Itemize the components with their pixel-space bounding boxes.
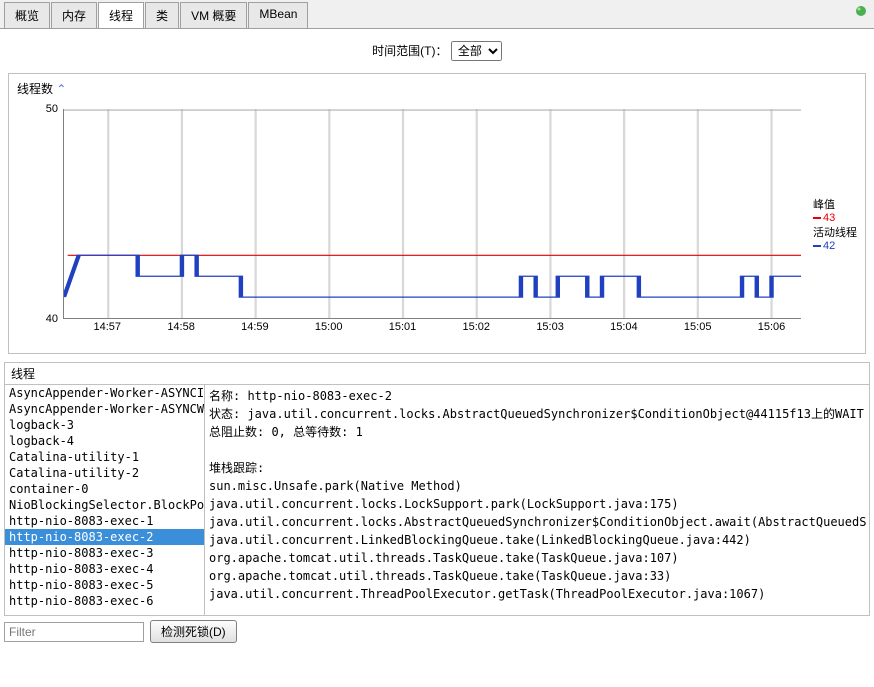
- tab-overview[interactable]: 概览: [4, 2, 50, 28]
- thread-list-item[interactable]: Catalina-utility-2: [5, 465, 204, 481]
- chart-legend: 峰值 43 活动线程 42: [813, 196, 857, 252]
- tab-vm-summary[interactable]: VM 概要: [180, 2, 247, 28]
- x-tick: 14:59: [241, 321, 269, 333]
- thread-list-item[interactable]: http-nio-8083-exec-5: [5, 577, 204, 593]
- legend-peak-label: 峰值: [813, 199, 835, 211]
- x-tick: 14:58: [167, 321, 195, 333]
- stack-trace-line: java.util.concurrent.ThreadPoolExecutor.…: [209, 585, 865, 603]
- legend-live-value: 42: [823, 240, 835, 252]
- threads-panel: 线程 AsyncAppender-Worker-ASYNCINFOAsyncAp…: [4, 362, 870, 616]
- thread-list-item[interactable]: Catalina-utility-1: [5, 449, 204, 465]
- tab-bar: 概览 内存 线程 类 VM 概要 MBean: [0, 0, 874, 29]
- stack-trace-label: 堆栈跟踪:: [209, 459, 865, 477]
- thread-list-item[interactable]: http-nio-8083-exec-3: [5, 545, 204, 561]
- time-range-row: 时间范围(T)： 全部: [0, 29, 874, 69]
- chart-title: 线程数: [17, 82, 53, 96]
- tab-classes[interactable]: 类: [145, 2, 179, 28]
- thread-list-item[interactable]: http-nio-8083-exec-6: [5, 593, 204, 609]
- chart-area: 50 40 14:57 14:58 14:59 15:00 15:01 15:02 15:0…: [13, 99, 861, 349]
- time-range-select[interactable]: 全部: [451, 41, 502, 61]
- stack-trace-line: java.util.concurrent.LinkedBlockingQueue…: [209, 531, 865, 549]
- thread-chart-panel: 线程数 ⌃ 50 40 14:57 14:58 14:59 15:00 15:01 15:…: [8, 73, 866, 354]
- legend-peak-value: 43: [823, 212, 835, 224]
- legend-live-label: 活动线程: [813, 227, 857, 239]
- thread-list-item[interactable]: container-0: [5, 481, 204, 497]
- x-tick: 15:02: [463, 321, 491, 333]
- thread-list-item[interactable]: logback-4: [5, 433, 204, 449]
- x-tick: 15:06: [758, 321, 786, 333]
- thread-state-line: 状态: java.util.concurrent.locks.AbstractQ…: [209, 405, 865, 423]
- y-tick: 40: [46, 313, 58, 325]
- thread-list-item[interactable]: http-nio-8083-exec-1: [5, 513, 204, 529]
- thread-list-item[interactable]: http-nio-8083-exec-4: [5, 561, 204, 577]
- time-range-label: 时间范围(T)：: [372, 44, 447, 58]
- chart-collapse-icon[interactable]: ⌃: [56, 82, 66, 96]
- thread-list-item[interactable]: NioBlockingSelector.BlockPolle: [5, 497, 204, 513]
- stack-trace-line: org.apache.tomcat.util.threads.TaskQueue…: [209, 549, 865, 567]
- x-tick: 15:03: [536, 321, 564, 333]
- x-tick: 14:57: [94, 321, 122, 333]
- filter-input[interactable]: [4, 622, 144, 642]
- y-tick: 50: [46, 103, 58, 115]
- thread-list-item[interactable]: logback-3: [5, 417, 204, 433]
- tab-threads[interactable]: 线程: [98, 2, 144, 28]
- threads-header: 线程: [5, 363, 869, 385]
- thread-detail: 名称: http-nio-8083-exec-2状态: java.util.co…: [205, 385, 869, 615]
- thread-blocked-line: 总阻止数: 0, 总等待数: 1: [209, 423, 865, 441]
- x-tick: 15:05: [684, 321, 712, 333]
- blank-line: [209, 441, 865, 459]
- thread-name-line: 名称: http-nio-8083-exec-2: [209, 387, 865, 405]
- stack-trace-line: org.apache.tomcat.util.threads.TaskQueue…: [209, 567, 865, 585]
- thread-list[interactable]: AsyncAppender-Worker-ASYNCINFOAsyncAppen…: [5, 385, 205, 615]
- x-tick: 15:00: [315, 321, 343, 333]
- thread-list-item[interactable]: AsyncAppender-Worker-ASYNCWARN: [5, 401, 204, 417]
- detect-deadlock-button[interactable]: 检测死锁(D): [150, 620, 237, 643]
- stack-trace-line: java.util.concurrent.locks.AbstractQueue…: [209, 513, 865, 531]
- tab-mbean[interactable]: MBean: [248, 2, 308, 28]
- chart-x-axis: 14:57 14:58 14:59 15:00 15:01 15:02 15:03 15:04…: [63, 321, 801, 339]
- stack-trace-line: java.util.concurrent.locks.LockSupport.p…: [209, 495, 865, 513]
- chart-plot: [63, 109, 801, 319]
- x-tick: 15:04: [610, 321, 638, 333]
- chart-y-axis: 50 40: [33, 109, 58, 319]
- tab-memory[interactable]: 内存: [51, 2, 97, 28]
- bottom-bar: 检测死锁(D): [0, 616, 874, 647]
- x-tick: 15:01: [389, 321, 417, 333]
- thread-list-item[interactable]: AsyncAppender-Worker-ASYNCINFO: [5, 385, 204, 401]
- thread-list-item[interactable]: http-nio-8083-exec-2: [5, 529, 204, 545]
- connection-status-icon: [854, 4, 868, 18]
- stack-trace-line: sun.misc.Unsafe.park(Native Method): [209, 477, 865, 495]
